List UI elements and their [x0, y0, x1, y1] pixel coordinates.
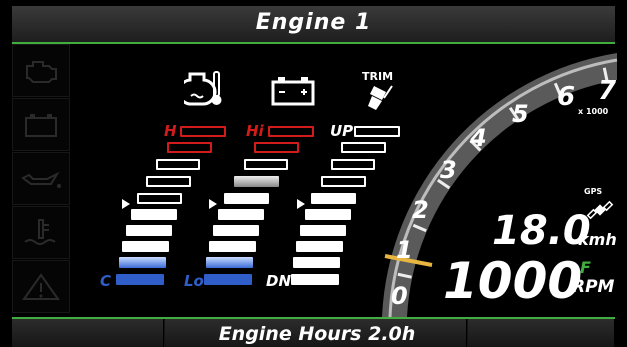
engine-display: Engine 1 H C Hi Lo TRIM UP DN 0 1 2 3 4 …: [0, 0, 627, 347]
tach-label-5: 5: [512, 100, 529, 128]
gps-label: GPS: [584, 187, 603, 196]
tach-multiplier: x 1000: [578, 107, 609, 116]
tach-label-1: 1: [396, 236, 413, 264]
footer-softkey-right[interactable]: [468, 319, 615, 347]
rpm-value: 1000: [443, 252, 583, 310]
tach-label-4: 4: [470, 124, 487, 152]
tach-label-7: 7: [598, 76, 617, 106]
speed-value: 18.0: [492, 208, 591, 254]
rpm-unit: RPM: [572, 277, 615, 297]
tach-label-2: 2: [412, 196, 429, 224]
footer-softkey-left[interactable]: [12, 319, 164, 347]
footer-bar: Engine Hours 2.0h: [12, 317, 615, 347]
engine-hours: Engine Hours 2.0h: [218, 323, 416, 345]
tach-label-0: 0: [391, 282, 408, 310]
tach-label-3: 3: [440, 156, 457, 184]
tach-label-6: 6: [557, 82, 576, 112]
gear-indicator: F: [580, 258, 591, 277]
speed-unit: kmh: [578, 230, 617, 249]
